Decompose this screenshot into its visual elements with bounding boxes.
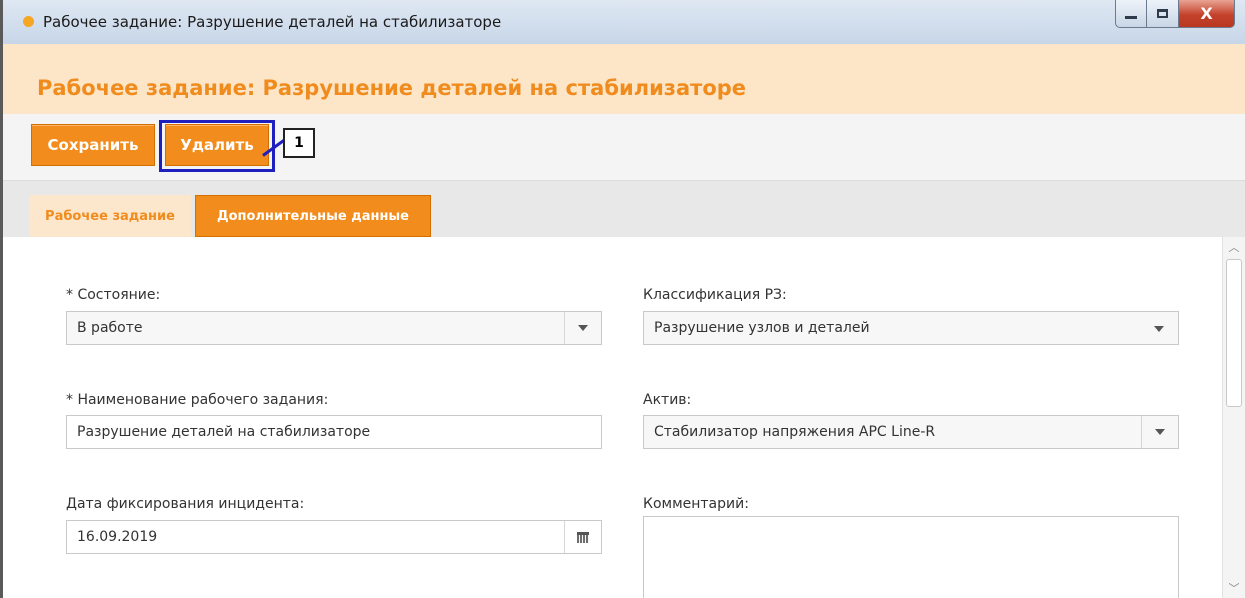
- comment-label: Комментарий:: [643, 496, 749, 512]
- window-titlebar: Рабочее задание: Разрушение деталей на с…: [3, 0, 1245, 44]
- scroll-up-icon[interactable]: ︿: [1223, 241, 1245, 255]
- close-button[interactable]: X: [1179, 0, 1235, 28]
- incident-date-input[interactable]: 16.09.2019: [66, 520, 602, 554]
- asset-label: Актив:: [643, 392, 692, 408]
- state-dropdown-button[interactable]: [564, 312, 601, 344]
- window-title: Рабочее задание: Разрушение деталей на с…: [43, 13, 502, 31]
- comment-textarea[interactable]: [643, 516, 1179, 598]
- incident-date-label: Дата фиксирования инцидента:: [66, 496, 305, 512]
- chevron-down-icon: [1155, 429, 1165, 435]
- tab-additional-data[interactable]: Дополнительные данные: [195, 195, 431, 237]
- scrollbar-thumb[interactable]: [1226, 259, 1242, 407]
- classification-value: Разрушение узлов и деталей: [654, 320, 870, 336]
- app-window: Рабочее задание: Разрушение деталей на с…: [0, 0, 1245, 598]
- minimize-icon: [1125, 16, 1137, 19]
- tab-work-order[interactable]: Рабочее задание: [29, 195, 191, 237]
- vertical-scrollbar[interactable]: ︿ ﹀: [1222, 237, 1245, 598]
- calendar-button[interactable]: [564, 521, 601, 553]
- highlight-box: [159, 120, 275, 172]
- calendar-icon: [577, 531, 589, 543]
- page-title: Рабочее задание: Разрушение деталей на с…: [37, 76, 747, 100]
- name-label: * Наименование рабочего задания:: [66, 392, 329, 408]
- classification-select[interactable]: Разрушение узлов и деталей: [643, 311, 1179, 345]
- maximize-icon: [1157, 9, 1168, 18]
- maximize-button[interactable]: [1147, 0, 1179, 28]
- asset-value: Стабилизатор напряжения APC Line-R: [654, 424, 936, 440]
- state-select[interactable]: В работе: [66, 311, 602, 345]
- name-value: Разрушение деталей на стабилизаторе: [77, 424, 371, 440]
- save-button[interactable]: Сохранить: [31, 124, 155, 166]
- minimize-button[interactable]: [1115, 0, 1147, 28]
- state-value: В работе: [77, 320, 143, 336]
- chevron-down-icon: [1154, 326, 1164, 332]
- chevron-down-icon: [578, 325, 588, 331]
- callout-marker: 1: [283, 128, 315, 158]
- name-input[interactable]: Разрушение деталей на стабилизаторе: [66, 415, 602, 449]
- window-controls: X: [1115, 0, 1235, 28]
- state-label: * Состояние:: [66, 287, 161, 303]
- asset-dropdown-button[interactable]: [1141, 416, 1178, 448]
- close-icon: X: [1200, 4, 1213, 23]
- incident-date-value: 16.09.2019: [77, 529, 158, 545]
- asset-select[interactable]: Стабилизатор напряжения APC Line-R: [643, 415, 1179, 449]
- scroll-down-icon[interactable]: ﹀: [1223, 582, 1245, 596]
- window-dot-icon: [23, 16, 34, 27]
- classification-label: Классификация РЗ:: [643, 287, 787, 303]
